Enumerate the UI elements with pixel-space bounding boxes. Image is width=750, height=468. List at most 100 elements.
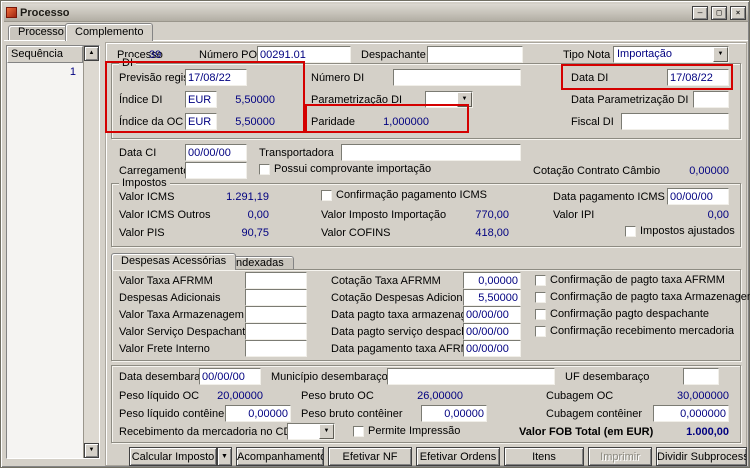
possui-comprovante-label: Possui comprovante importação (274, 163, 432, 175)
app-icon (6, 7, 17, 18)
despesas-adicionais-input[interactable] (245, 289, 307, 306)
data-pagto-taxa-armazenagem-input[interactable] (463, 306, 521, 323)
transportadora-input[interactable] (341, 144, 521, 161)
scroll-down-icon[interactable]: ▼ (84, 443, 99, 458)
checkbox-box (259, 164, 270, 175)
recebimento-cd-label: Recebimento da mercadoria no CD (119, 426, 292, 438)
conf-pagto-taxa-armazenagem-checkbox[interactable]: Confirmação de pagto taxa Armazenagem (535, 291, 750, 304)
indice-di-currency-input[interactable] (185, 91, 217, 108)
confirmacao-pagamento-icms-checkbox[interactable]: Confirmação pagamento ICMS (321, 189, 487, 202)
cotacao-despesas-adicionais-input[interactable] (463, 289, 521, 306)
dividir-subprocesso-button[interactable]: Dividir Subprocesso (656, 447, 747, 466)
sequence-header: Sequência (7, 46, 83, 63)
valor-taxa-armazenagem-input[interactable] (245, 306, 307, 323)
sequence-row[interactable]: 1 (7, 66, 79, 78)
data-desembaraco-input[interactable] (199, 368, 261, 385)
tab-despesas-acessorias[interactable]: Despesas Acessórias (111, 253, 237, 270)
numero-po-input[interactable] (257, 46, 351, 63)
efetivar-ordens-button[interactable]: Efetivar Ordens (416, 447, 500, 466)
title-bar: Processo – □ × (4, 4, 748, 22)
peso-bruto-oc-label: Peso bruto OC (301, 390, 374, 402)
valor-taxa-armazenagem-label: Valor Taxa Armazenagem (119, 309, 244, 321)
scroll-up-icon[interactable]: ▲ (84, 46, 99, 61)
valor-fob-value: 1.000,00 (686, 426, 729, 438)
calcular-imposto-button[interactable]: Calcular Imposto (129, 447, 217, 466)
sequence-list[interactable]: Sequência 1 ▲ ▼ (6, 45, 100, 459)
chevron-down-icon[interactable]: ▼ (713, 47, 728, 62)
carregamento-input[interactable] (185, 162, 247, 179)
valor-servico-despachante-input[interactable] (245, 323, 307, 340)
peso-bruto-conteiner-input[interactable] (421, 405, 487, 422)
data-ci-label: Data CI (119, 147, 157, 159)
data-pagto-taxa-armazenagem-label: Data pagto taxa armazenagem (331, 309, 483, 321)
recebimento-cd-combobox[interactable]: ▼ (287, 423, 335, 440)
data-pagamento-taxa-afrmm-input[interactable] (463, 340, 521, 357)
checkbox-box (353, 426, 364, 437)
conf-pagto-despachante-label: Confirmação pagto despachante (550, 308, 709, 320)
data-pagamento-taxa-afrmm-label: Data pagamento taxa AFRMM (331, 343, 479, 355)
checkbox-box (535, 309, 546, 320)
conf-pagto-despachante-checkbox[interactable]: Confirmação pagto despachante (535, 308, 709, 321)
efetivar-nf-button[interactable]: Efetivar NF (328, 447, 412, 466)
conf-recebimento-mercadoria-checkbox[interactable]: Confirmação recebimento mercadoria (535, 325, 734, 338)
despachante-input[interactable] (427, 46, 523, 63)
indice-oc-label: Índice da OC (119, 116, 184, 128)
municipio-desembaraco-input[interactable] (387, 368, 555, 385)
indice-di-label: Índice DI (119, 94, 163, 106)
checkbox-box (535, 326, 546, 337)
maximize-icon[interactable]: □ (711, 5, 727, 20)
tab-processo[interactable]: Processo (8, 25, 74, 40)
peso-bruto-conteiner-label: Peso bruto contêiner (301, 408, 403, 420)
peso-liquido-conteiner-input[interactable] (225, 405, 291, 422)
parametrizacao-di-combobox[interactable]: ▼ (425, 91, 473, 108)
peso-bruto-oc-value: 26,00000 (417, 390, 463, 402)
data-pagamento-icms-input[interactable] (667, 188, 729, 205)
indice-di-value: 5,50000 (235, 94, 275, 106)
imprimir-button: Imprimir (588, 447, 652, 466)
fiscal-di-input[interactable] (621, 113, 729, 130)
valor-cofins-label: Valor COFINS (321, 227, 391, 239)
minimize-icon[interactable]: – (692, 5, 708, 20)
data-pagto-servico-despachante-input[interactable] (463, 323, 521, 340)
cubagem-conteiner-input[interactable] (653, 405, 729, 422)
valor-frete-interno-input[interactable] (245, 340, 307, 357)
cotacao-taxa-afrmm-input[interactable] (463, 272, 521, 289)
chevron-down-icon[interactable]: ▼ (457, 92, 472, 107)
fiscal-di-label: Fiscal DI (571, 116, 614, 128)
data-ci-input[interactable] (185, 144, 247, 161)
acompanhamento-button[interactable]: Acompanhamento (236, 447, 324, 466)
conf-pagto-taxa-afrmm-checkbox[interactable]: Confirmação de pagto taxa AFRMM (535, 274, 725, 287)
conf-pagto-taxa-afrmm-label: Confirmação de pagto taxa AFRMM (550, 274, 725, 286)
possui-comprovante-checkbox[interactable]: Possui comprovante importação (259, 163, 431, 176)
uf-desembaraco-input[interactable] (683, 368, 719, 385)
valor-frete-interno-label: Valor Frete Interno (119, 343, 210, 355)
valor-icms-value: 1.291,19 (226, 191, 269, 203)
chevron-down-icon[interactable]: ▼ (319, 424, 334, 439)
cotacao-contrato-cambio-value: 0,00000 (689, 165, 729, 177)
numero-di-input[interactable] (393, 69, 521, 86)
permite-impressao-checkbox[interactable]: Permite Impressão (353, 425, 460, 438)
valor-ipi-value: 0,00 (707, 209, 729, 221)
calcular-imposto-dropdown-icon[interactable]: ▼ (217, 447, 232, 466)
previsao-registro-input[interactable] (185, 69, 247, 86)
di-legend: DI (119, 57, 136, 69)
data-di-label: Data DI (571, 72, 609, 84)
despachante-label: Despachante (361, 49, 426, 61)
tipo-nota-label: Tipo Nota (563, 49, 611, 61)
close-icon[interactable]: × (730, 5, 746, 20)
itens-button[interactable]: Itens (504, 447, 584, 466)
tab-complemento[interactable]: Complemento (65, 23, 154, 41)
uf-desembaraco-label: UF desembaraço (565, 371, 650, 383)
tipo-nota-combobox[interactable]: Importação ▼ (613, 46, 729, 63)
impostos-ajustados-checkbox[interactable]: Impostos ajustados (625, 225, 735, 238)
valor-fob-label: Valor FOB Total (em EUR) (519, 426, 654, 438)
data-parametrizacao-di-input[interactable] (693, 91, 729, 108)
conf-pagto-taxa-armazenagem-label: Confirmação de pagto taxa Armazenagem (550, 291, 750, 303)
data-di-input[interactable] (667, 69, 729, 86)
valor-taxa-afrmm-input[interactable] (245, 272, 307, 289)
confirmacao-pagamento-icms-label: Confirmação pagamento ICMS (336, 189, 488, 201)
indice-oc-currency-input[interactable] (185, 113, 217, 130)
impostos-ajustados-label: Impostos ajustados (640, 225, 735, 237)
valor-servico-despachante-label: Valor Serviço Despachante (119, 326, 252, 338)
sidebar-scrollbar[interactable]: ▲ ▼ (83, 46, 99, 458)
